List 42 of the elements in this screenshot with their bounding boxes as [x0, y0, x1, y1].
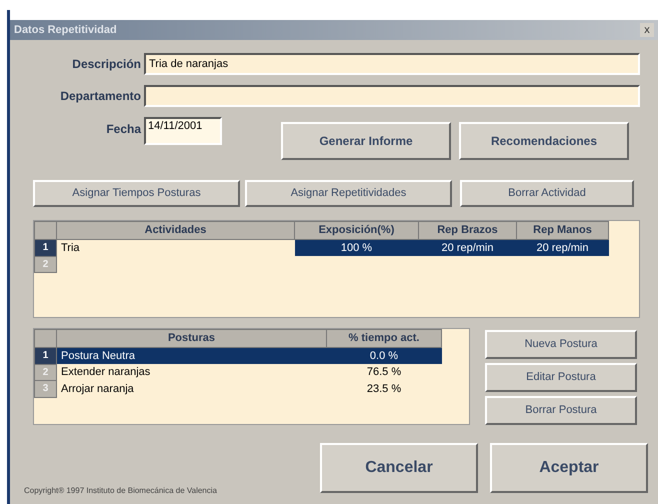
text-field[interactable] [144, 85, 640, 107]
header-cell [34, 222, 56, 239]
text-field[interactable]: Tria de naranjas [144, 53, 640, 75]
posture-button[interactable]: Borrar Postura [485, 396, 637, 425]
field-label: Fecha [106, 121, 141, 138]
table-cell: Arrojar naranja [56, 380, 326, 397]
selected-cell: Tria [56, 239, 294, 256]
row-number: 2 [34, 256, 56, 272]
column-header: Posturas [56, 330, 326, 347]
selected-cell: 20 rep/min [418, 239, 516, 256]
report-button[interactable]: Generar Informe [281, 122, 451, 160]
copyright-text: Copyright® 1997 Instituto de Biomecánica de Valencia [24, 485, 218, 497]
field-label: Descripción [72, 56, 141, 73]
dialog-button[interactable]: Aceptar [490, 443, 648, 493]
field-label: Departamento [60, 88, 141, 105]
posture-button[interactable]: Nueva Postura [485, 330, 637, 359]
selected-cell: 20 rep/min [516, 239, 608, 256]
dialog-button[interactable]: Cancelar [320, 443, 478, 493]
row-number: 1 [34, 239, 56, 256]
column-header: % tiempo act. [326, 330, 442, 347]
window-title: Datos Repetitividad [14, 22, 117, 38]
row-number: 3 [34, 380, 56, 397]
selected-cell: Postura Neutra [56, 347, 326, 364]
posture-button[interactable]: Editar Postura [485, 363, 637, 392]
date-field[interactable]: 14/11/2001 [144, 117, 222, 145]
table-cell: Extender naranjas [56, 364, 326, 380]
column-header: Rep Brazos [418, 222, 516, 239]
column-header: Rep Manos [516, 222, 608, 239]
column-header: Actividades [56, 222, 294, 239]
column-header: Exposición(%) [294, 222, 418, 239]
row-number: 2 [34, 364, 56, 380]
row-number: 1 [34, 347, 56, 364]
close-button[interactable]: x [640, 23, 654, 37]
action-button[interactable]: Asignar Repetitividades [245, 180, 452, 207]
table-cell-text: 23.5 % [366, 382, 402, 396]
report-button[interactable]: Recomendaciones [459, 122, 629, 160]
selected-cell: 100 % [294, 239, 418, 256]
action-button[interactable]: Borrar Actividad [460, 180, 634, 207]
action-button[interactable]: Asignar Tiempos Posturas [33, 180, 240, 207]
selected-cell: 0.0 % [326, 347, 442, 364]
table-cell: 76.5 % [326, 364, 442, 380]
header-cell [34, 330, 56, 347]
